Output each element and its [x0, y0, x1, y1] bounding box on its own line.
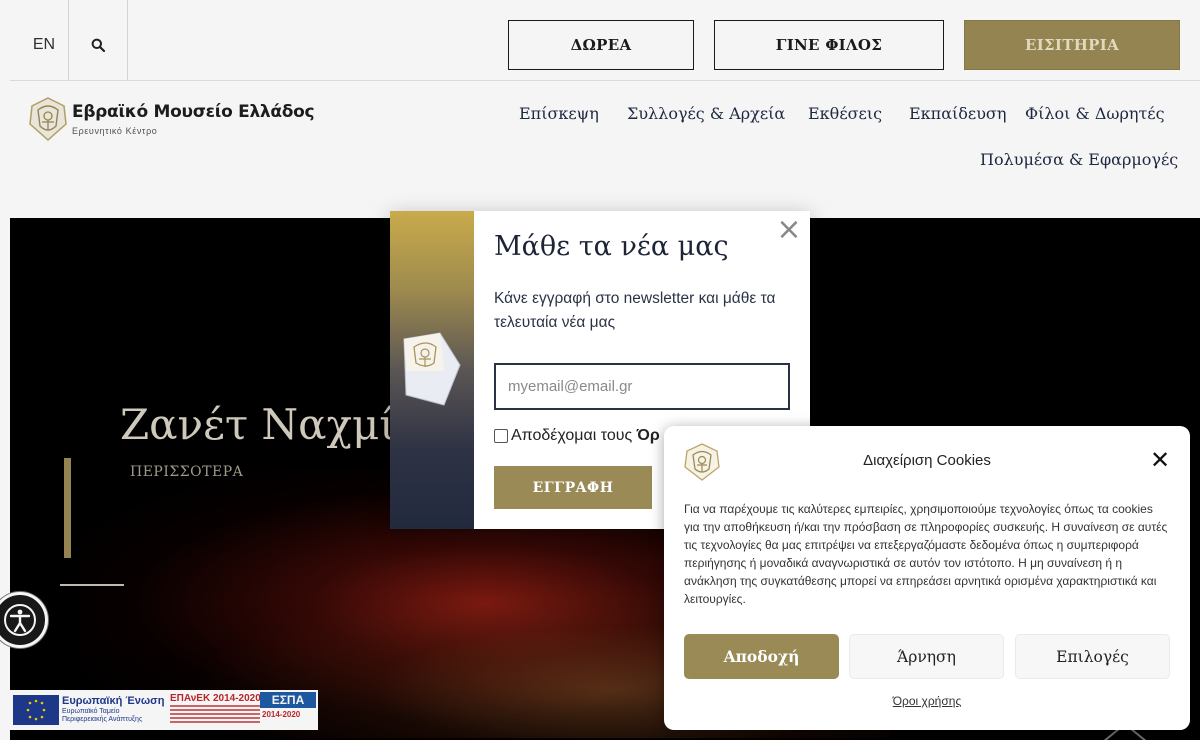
- nav-item-exhibitions[interactable]: Εκθέσεις: [808, 104, 882, 123]
- cookie-title: Διαχείριση Cookies: [863, 452, 991, 469]
- eu-fund-line: Ευρωπαϊκό Ταμείο: [62, 708, 120, 715]
- search-button[interactable]: [70, 22, 126, 68]
- popup-close-button[interactable]: ×: [776, 215, 802, 245]
- museum-emblem-icon: [29, 97, 67, 142]
- espa-label: ΕΣΠΑ: [260, 692, 316, 708]
- hero-underline: [60, 584, 124, 586]
- nav-item-education[interactable]: Εκπαίδευση: [909, 104, 1006, 123]
- eu-funding-banner: Ευρωπαϊκή Ένωση Ευρωπαϊκό Ταμείο Περιφερ…: [10, 690, 318, 730]
- cookie-close-button[interactable]: ✕: [1148, 448, 1172, 472]
- eu-title: Ευρωπαϊκή Ένωση: [62, 695, 165, 707]
- eu-fund-line: Περιφερειακής Ανάπτυξης: [62, 716, 143, 723]
- terms-link[interactable]: Όρ: [637, 427, 660, 444]
- subscribe-button[interactable]: ΕΓΓΡΑΦΗ: [494, 466, 652, 509]
- cookie-consent-panel: Διαχείριση Cookies ✕ Για να παρέχουμε τι…: [664, 426, 1190, 730]
- terms-checkbox[interactable]: [494, 429, 508, 443]
- language-switch[interactable]: EN: [20, 22, 68, 68]
- cookie-description: Για να παρέχουμε τις καλύτερες εμπειρίες…: [684, 502, 1168, 606]
- top-bar: EN ΔΩΡΕΑ ΓΙΝΕ ΦΙΛΟΣ ΕΙΣΙΤΗΡΙΑ: [0, 0, 1200, 81]
- popup-title: Μάθε τα νέα μας: [494, 231, 729, 262]
- hero-more-link[interactable]: ΠΕΡΙΣΣΟΤΕΡΑ: [130, 464, 243, 480]
- museum-logo[interactable]: Εβραϊκό Μουσείο Ελλάδος Ερευνητικό Κέντρ…: [26, 96, 316, 144]
- search-icon: [91, 38, 105, 52]
- eu-flag-icon: [13, 695, 59, 725]
- terms-label: Αποδέχομαι τους Όρ: [511, 427, 660, 444]
- terms-of-use-link[interactable]: Όροι χρήσης: [664, 694, 1190, 708]
- tickets-button[interactable]: ΕΙΣΙΤΗΡΙΑ: [964, 20, 1180, 70]
- popup-side-panel: [390, 211, 474, 529]
- hero-accent-bar: [64, 458, 71, 558]
- donate-button[interactable]: ΔΩΡΕΑ: [508, 20, 694, 70]
- cookie-deny-button[interactable]: Άρνηση: [849, 634, 1004, 679]
- popup-description: Κάνε εγγραφή στο newsletter και μάθε τα …: [494, 290, 776, 331]
- hero-title: Ζανέτ Ναχμία: [120, 400, 425, 449]
- logo-title: Εβραϊκό Μουσείο Ελλάδος: [72, 102, 315, 122]
- museum-emblem-icon: [403, 332, 461, 406]
- header-divider: [10, 80, 1200, 81]
- nav-item-multimedia[interactable]: Πολυμέσα & Εφαρμογές: [980, 150, 1178, 169]
- epanek-logo: [170, 705, 260, 725]
- cookie-accept-button[interactable]: Αποδοχή: [684, 634, 839, 679]
- nav-item-visit[interactable]: Επίσκεψη: [519, 104, 599, 123]
- epanek-label: ΕΠΑνΕΚ 2014-2020: [170, 693, 261, 704]
- accessibility-icon: [4, 604, 36, 636]
- divider: [68, 0, 69, 80]
- email-placeholder: myemail@email.gr: [508, 378, 633, 395]
- nav-item-friends[interactable]: Φίλοι & Δωρητές: [1025, 104, 1165, 123]
- email-field[interactable]: myemail@email.gr: [494, 363, 790, 410]
- cookie-preferences-button[interactable]: Επιλογές: [1015, 634, 1170, 679]
- espa-years: 2014-2020: [262, 710, 301, 719]
- nav-item-collections[interactable]: Συλλογές & Αρχεία: [627, 104, 785, 123]
- logo-subtitle: Ερευνητικό Κέντρο: [72, 126, 158, 136]
- divider: [127, 0, 128, 80]
- become-friend-button[interactable]: ΓΙΝΕ ΦΙΛΟΣ: [714, 20, 944, 70]
